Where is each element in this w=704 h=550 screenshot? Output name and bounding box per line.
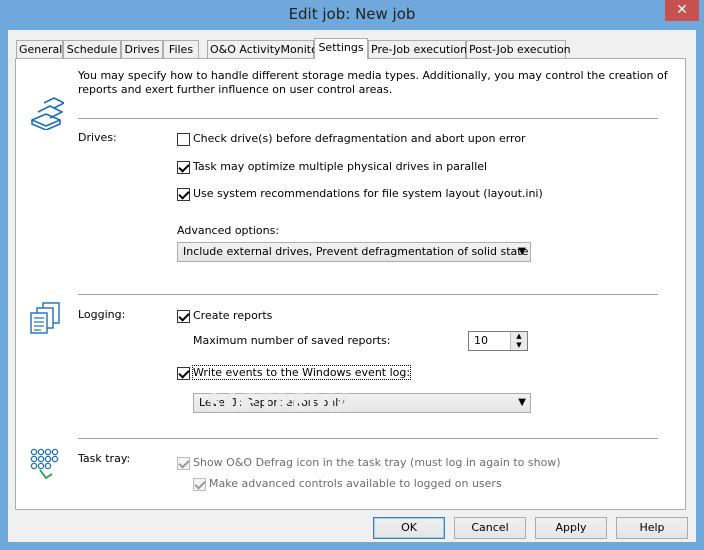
check-before-checkbox[interactable] bbox=[177, 133, 190, 146]
max-reports-spinner[interactable]: 10 ▲ ▼ bbox=[468, 331, 528, 351]
separator bbox=[78, 118, 658, 119]
optimize-parallel-checkbox[interactable] bbox=[177, 161, 190, 174]
max-reports-label: Maximum number of saved reports: bbox=[193, 334, 391, 347]
tab-general[interactable]: General bbox=[16, 40, 63, 58]
advanced-options-label: Advanced options: bbox=[177, 224, 280, 237]
task-tray-section-label: Task tray: bbox=[78, 452, 131, 465]
optimize-parallel-label[interactable]: Task may optimize multiple physical driv… bbox=[193, 160, 487, 173]
advanced-options-dropdown[interactable]: Include external drives, Prevent defragm… bbox=[177, 242, 531, 262]
dialog-window: Edit job: New job ✕ General Schedule Dri… bbox=[0, 0, 704, 550]
dots-grid-icon bbox=[30, 448, 59, 480]
system-recommendations-label[interactable]: Use system recommendations for file syst… bbox=[193, 187, 543, 200]
tab-pre-job-execution[interactable]: Pre-Job execution bbox=[368, 40, 467, 58]
close-button[interactable]: ✕ bbox=[665, 0, 699, 21]
title-bar[interactable]: Edit job: New job ✕ bbox=[0, 0, 704, 30]
help-button[interactable]: Help bbox=[616, 517, 688, 539]
spin-up-icon[interactable]: ▲ bbox=[511, 332, 527, 341]
advanced-controls-label[interactable]: Make advanced controls available to logg… bbox=[209, 477, 502, 490]
cancel-button[interactable]: Cancel bbox=[454, 517, 526, 539]
check-before-label[interactable]: Check drive(s) before defragmentation an… bbox=[193, 132, 526, 145]
description-text: You may specify how to handle different … bbox=[78, 69, 668, 96]
write-events-checkbox[interactable] bbox=[177, 367, 190, 380]
tab-drives[interactable]: Drives bbox=[121, 40, 163, 58]
create-reports-checkbox[interactable] bbox=[177, 310, 190, 323]
close-icon: ✕ bbox=[676, 2, 688, 18]
spin-down-icon[interactable]: ▼ bbox=[511, 341, 527, 350]
chevron-down-icon: ▼ bbox=[518, 397, 526, 408]
ok-button[interactable]: OK bbox=[373, 517, 445, 539]
watermark: SOFTPEDIA bbox=[206, 391, 355, 416]
reports-icon bbox=[30, 302, 60, 334]
max-reports-value: 10 bbox=[474, 334, 488, 347]
window-title: Edit job: New job bbox=[288, 5, 416, 23]
separator bbox=[78, 294, 658, 295]
tab-settings[interactable]: Settings bbox=[314, 38, 368, 59]
create-reports-label[interactable]: Create reports bbox=[193, 309, 272, 322]
chevron-down-icon: ▼ bbox=[518, 246, 526, 257]
tab-activitymonitor[interactable]: O&O ActivityMonitor bbox=[207, 40, 322, 58]
stacked-drives-icon bbox=[31, 97, 64, 130]
settings-panel: You may specify how to handle different … bbox=[15, 58, 686, 510]
system-recommendations-checkbox[interactable] bbox=[177, 188, 190, 201]
tab-schedule[interactable]: Schedule bbox=[63, 40, 121, 58]
tab-post-job-execution[interactable]: Post-Job execution bbox=[466, 40, 571, 58]
tab-files[interactable]: Files bbox=[163, 40, 199, 58]
drives-section-label: Drives: bbox=[78, 131, 117, 144]
dialog-client: General Schedule Drives Files O&O Activi… bbox=[8, 30, 696, 542]
show-icon-checkbox[interactable] bbox=[177, 457, 190, 470]
advanced-options-value: Include external drives, Prevent defragm… bbox=[183, 245, 531, 258]
separator bbox=[78, 438, 658, 439]
show-icon-label[interactable]: Show O&O Defrag icon in the task tray (m… bbox=[193, 456, 561, 469]
apply-button[interactable]: Apply bbox=[535, 517, 607, 539]
advanced-controls-checkbox[interactable] bbox=[193, 478, 206, 491]
logging-section-label: Logging: bbox=[78, 308, 126, 321]
write-events-label[interactable]: Write events to the Windows event log: bbox=[191, 365, 412, 380]
